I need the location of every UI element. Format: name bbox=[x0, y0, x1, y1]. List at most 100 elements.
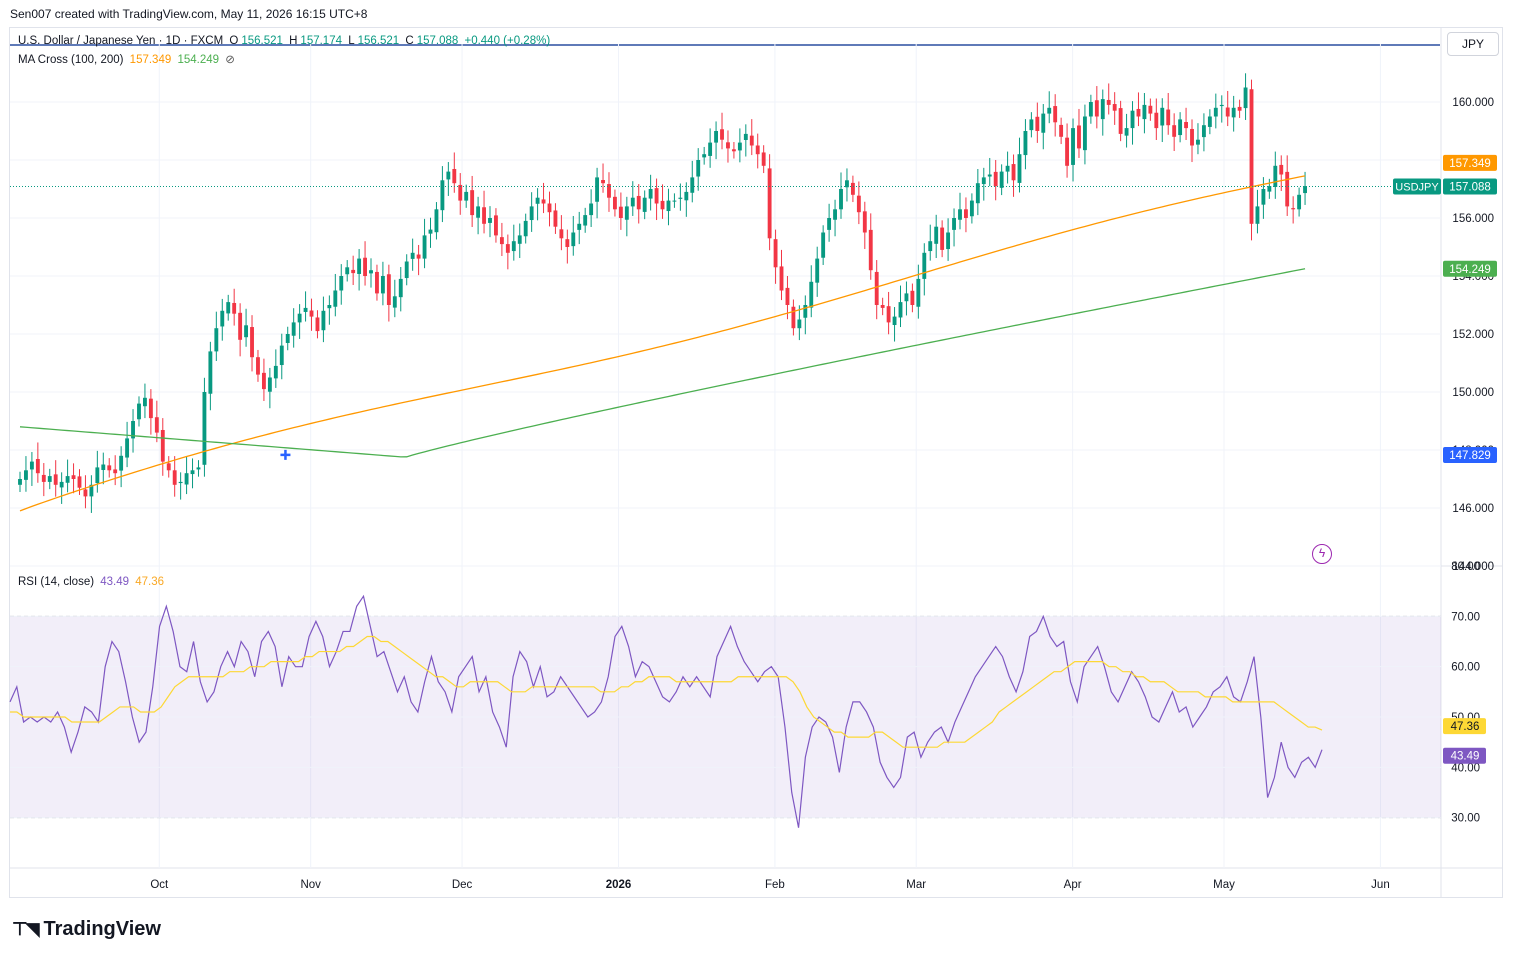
candle-body[interactable] bbox=[940, 227, 945, 250]
candle-body[interactable] bbox=[1118, 108, 1123, 134]
candle-body[interactable] bbox=[53, 474, 58, 485]
candle-body[interactable] bbox=[1035, 116, 1040, 131]
candle-body[interactable] bbox=[1065, 137, 1070, 166]
candle-body[interactable] bbox=[731, 149, 736, 152]
candle-body[interactable] bbox=[499, 237, 504, 245]
candle-body[interactable] bbox=[624, 206, 629, 220]
candle-body[interactable] bbox=[303, 307, 308, 312]
candle-body[interactable] bbox=[517, 235, 522, 244]
candle-body[interactable] bbox=[1249, 89, 1254, 224]
candle-body[interactable] bbox=[952, 218, 956, 230]
candle-body[interactable] bbox=[547, 203, 552, 213]
candle-body[interactable] bbox=[684, 191, 689, 201]
chart-canvas[interactable]: 160.000158.000156.000154.000152.000150.0… bbox=[0, 0, 1514, 959]
candle-body[interactable] bbox=[535, 197, 540, 204]
candle-body[interactable] bbox=[880, 305, 885, 308]
candle-body[interactable] bbox=[815, 258, 820, 283]
candle-body[interactable] bbox=[666, 200, 671, 212]
candle-body[interactable] bbox=[1011, 164, 1016, 181]
candle-body[interactable] bbox=[702, 154, 707, 158]
candle-body[interactable] bbox=[1047, 107, 1052, 114]
candle-body[interactable] bbox=[404, 261, 409, 279]
candle-body[interactable] bbox=[220, 310, 225, 327]
candle-body[interactable] bbox=[737, 142, 742, 151]
candle-body[interactable] bbox=[1124, 128, 1129, 136]
candle-body[interactable] bbox=[1231, 107, 1236, 118]
candle-body[interactable] bbox=[767, 168, 772, 239]
candle-body[interactable] bbox=[1243, 87, 1248, 109]
candle-body[interactable] bbox=[458, 184, 463, 201]
candle-body[interactable] bbox=[761, 152, 766, 166]
candle-body[interactable] bbox=[1225, 107, 1230, 117]
candle-body[interactable] bbox=[470, 190, 475, 216]
candle-body[interactable] bbox=[440, 180, 445, 211]
candle-body[interactable] bbox=[654, 188, 659, 204]
candle-body[interactable] bbox=[172, 470, 177, 485]
candle-body[interactable] bbox=[256, 357, 260, 375]
candle-body[interactable] bbox=[357, 258, 362, 274]
candle-body[interactable] bbox=[630, 197, 635, 207]
candle-body[interactable] bbox=[845, 180, 849, 188]
candle-body[interactable] bbox=[690, 177, 695, 193]
candle-body[interactable] bbox=[1100, 99, 1105, 120]
candle-body[interactable] bbox=[755, 145, 760, 155]
candle-body[interactable] bbox=[648, 189, 653, 199]
candle-body[interactable] bbox=[315, 317, 320, 332]
currency-button[interactable]: JPY bbox=[1447, 32, 1499, 56]
candle-body[interactable] bbox=[1261, 189, 1266, 205]
candle-body[interactable] bbox=[743, 133, 748, 140]
candle-body[interactable] bbox=[143, 397, 147, 407]
candle-body[interactable] bbox=[1005, 165, 1010, 172]
symbol-title[interactable]: U.S. Dollar / Japanese Yen · 1D · FXCM bbox=[18, 35, 223, 47]
candle-body[interactable] bbox=[386, 274, 391, 305]
candle-body[interactable] bbox=[785, 287, 790, 305]
candle-body[interactable] bbox=[59, 481, 64, 488]
candle-body[interactable] bbox=[65, 476, 70, 483]
candle-body[interactable] bbox=[898, 302, 903, 318]
candle-body[interactable] bbox=[827, 218, 832, 230]
candle-body[interactable] bbox=[363, 257, 367, 276]
candle-body[interactable] bbox=[892, 316, 897, 326]
candle-body[interactable] bbox=[422, 235, 427, 259]
candle-body[interactable] bbox=[18, 479, 22, 485]
candle-body[interactable] bbox=[327, 305, 332, 309]
candle-body[interactable] bbox=[964, 209, 968, 218]
candle-body[interactable] bbox=[125, 438, 130, 458]
candle-body[interactable] bbox=[285, 334, 290, 343]
candle-body[interactable] bbox=[1255, 206, 1260, 224]
candle-body[interactable] bbox=[1207, 116, 1212, 127]
candle-body[interactable] bbox=[726, 142, 730, 149]
candle-body[interactable] bbox=[1273, 165, 1278, 187]
candle-body[interactable] bbox=[369, 270, 373, 274]
candle-body[interactable] bbox=[874, 271, 879, 305]
candle-body[interactable] bbox=[1154, 112, 1159, 129]
candle-body[interactable] bbox=[47, 476, 52, 482]
candle-body[interactable] bbox=[916, 278, 921, 307]
candle-body[interactable] bbox=[1237, 106, 1242, 111]
candle-body[interactable] bbox=[958, 209, 962, 220]
candle-body[interactable] bbox=[244, 325, 249, 338]
candle-body[interactable] bbox=[565, 239, 570, 247]
candle-body[interactable] bbox=[1029, 119, 1034, 131]
candle-body[interactable] bbox=[1166, 109, 1171, 126]
candle-body[interactable] bbox=[226, 302, 231, 314]
candle-body[interactable] bbox=[850, 182, 855, 195]
candle-body[interactable] bbox=[476, 206, 481, 218]
candle-body[interactable] bbox=[981, 177, 986, 185]
candle-body[interactable] bbox=[922, 252, 927, 279]
candle-body[interactable] bbox=[154, 417, 159, 433]
candle-body[interactable] bbox=[541, 199, 546, 204]
candle-body[interactable] bbox=[351, 269, 356, 274]
candle-body[interactable] bbox=[1172, 125, 1177, 137]
candle-body[interactable] bbox=[214, 328, 219, 352]
candle-body[interactable] bbox=[1041, 113, 1046, 133]
candle-body[interactable] bbox=[137, 403, 141, 420]
candle-body[interactable] bbox=[71, 475, 76, 479]
candle-body[interactable] bbox=[928, 241, 933, 252]
candle-body[interactable] bbox=[190, 470, 195, 475]
candle-body[interactable] bbox=[642, 197, 647, 212]
candle-body[interactable] bbox=[993, 171, 998, 187]
candle-body[interactable] bbox=[934, 226, 939, 244]
candle-body[interactable] bbox=[261, 372, 266, 390]
candle-body[interactable] bbox=[119, 455, 124, 471]
